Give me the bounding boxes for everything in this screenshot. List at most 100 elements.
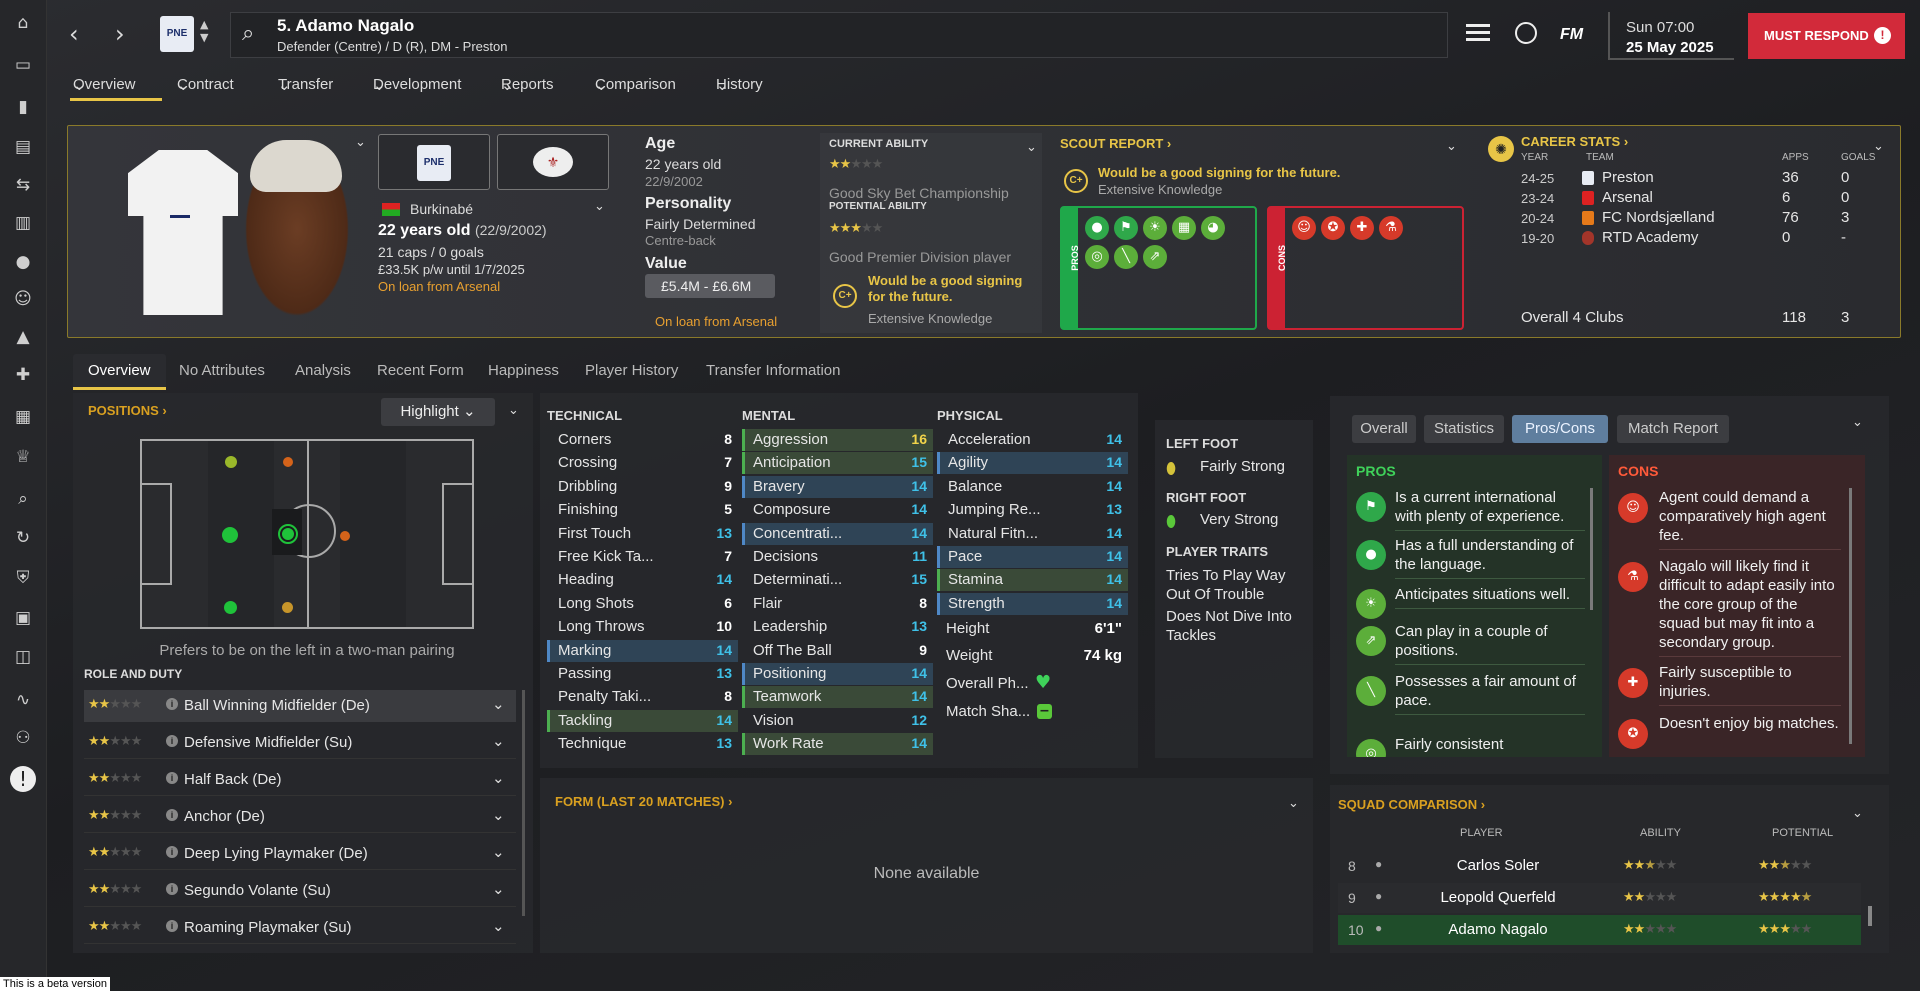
attribute-row[interactable]: Corners 8 — [547, 429, 738, 451]
info-icon[interactable]: i — [166, 735, 178, 747]
alert-icon[interactable]: ! — [10, 766, 36, 792]
info-icon[interactable]: i — [166, 809, 178, 821]
attribute-row[interactable]: Agility 14 — [937, 452, 1128, 475]
attribute-row[interactable]: Jumping Re... 13 — [937, 499, 1128, 521]
attribute-row[interactable]: Long Shots 6 — [547, 593, 738, 615]
menu-icon[interactable] — [1466, 24, 1490, 41]
attribute-row[interactable]: Marking 14 — [547, 639, 738, 662]
role-dropdown-chevron-icon[interactable]: ⌄ — [492, 806, 505, 824]
report-tab-pros-cons[interactable]: Pros/Cons — [1512, 415, 1608, 443]
attribute-row[interactable]: Passing 13 — [547, 663, 738, 685]
info-icon[interactable]: i — [166, 883, 178, 895]
value-pill[interactable]: £5.4M - £6.6M — [645, 274, 775, 298]
trophy-icon[interactable]: ♕ — [12, 446, 34, 468]
attribute-row[interactable]: Aggression 16 — [742, 429, 933, 451]
info-icon[interactable]: i — [166, 772, 178, 784]
back-arrow-icon[interactable]: ‹ — [69, 20, 79, 48]
attribute-row[interactable]: Tackling 14 — [547, 709, 738, 732]
attribute-row[interactable]: Concentrati... 14 — [742, 522, 933, 545]
ball-icon[interactable]: ● — [12, 251, 34, 273]
clipboard-icon[interactable]: ▤ — [12, 136, 34, 158]
position-dot[interactable] — [340, 531, 350, 541]
career-row[interactable]: 19-20 RTD Academy 0 - — [1521, 229, 1891, 249]
squad-scrollbar[interactable] — [1868, 906, 1872, 926]
search-icon[interactable]: ⌕ — [242, 21, 254, 46]
attribute-row[interactable]: Free Kick Ta... 7 — [547, 546, 738, 568]
report-tab-match-report[interactable]: Match Report — [1617, 415, 1729, 443]
attribute-row[interactable]: Pace 14 — [937, 546, 1128, 568]
info-icon[interactable]: i — [166, 698, 178, 710]
attribute-row[interactable]: Finishing 5 — [547, 499, 738, 521]
role-dropdown-chevron-icon[interactable]: ⌄ — [492, 880, 505, 898]
highlight-dropdown[interactable]: Highlight ⌄ — [381, 398, 495, 426]
fm-logo[interactable]: FM — [1560, 26, 1583, 44]
attribute-row[interactable]: Long Throws 10 — [547, 616, 738, 638]
report-dropdown-icon[interactable]: ⌄ — [1852, 414, 1863, 430]
home-icon[interactable]: ⌂ — [12, 12, 34, 34]
info-icon[interactable]: i — [166, 920, 178, 932]
attribute-row[interactable]: Natural Fitn... 14 — [937, 523, 1128, 545]
position-dot[interactable] — [222, 527, 238, 543]
attribute-row[interactable]: Stamina 14 — [937, 569, 1128, 592]
position-dot[interactable] — [224, 601, 237, 614]
role-dropdown-chevron-icon[interactable]: ⌄ — [492, 695, 505, 713]
squad-row[interactable]: 9 ● Leopold Querfeld ★★★★★ ★★★★★ — [1338, 883, 1861, 913]
scout-dropdown-icon[interactable]: ⌄ — [1446, 138, 1457, 154]
role-row[interactable]: ★★★★★ i Roaming Playmaker (Su) ⌄ — [84, 912, 516, 944]
positions-dropdown-icon[interactable]: ⌄ — [508, 402, 519, 418]
attribute-row[interactable]: Heading 14 — [547, 569, 738, 591]
position-dot-selected[interactable] — [278, 524, 298, 544]
club-switch-arrows-icon[interactable]: ▲ ▼ — [200, 18, 208, 44]
attribute-row[interactable]: Acceleration 14 — [937, 429, 1128, 451]
ability-dropdown-icon[interactable]: ⌄ — [1026, 139, 1037, 155]
search-icon[interactable]: ⌕ — [12, 488, 34, 510]
face-dropdown-chevron-icon[interactable]: ⌄ — [355, 134, 366, 150]
training-icon[interactable]: ▲ — [12, 326, 34, 348]
role-dropdown-chevron-icon[interactable]: ⌄ — [492, 732, 505, 750]
position-dot[interactable] — [283, 457, 293, 467]
squad-icon[interactable]: ▮ — [12, 96, 34, 118]
pros-scrollbar[interactable] — [1590, 488, 1593, 610]
attribute-row[interactable]: Anticipation 15 — [742, 452, 933, 475]
nationality-dropdown-icon[interactable]: ⌄ — [594, 198, 605, 214]
club-crest-icon[interactable]: PNE — [160, 16, 194, 52]
tab-transfer-information[interactable]: Transfer Information — [706, 362, 841, 379]
inbox-icon[interactable]: ▭ — [12, 54, 34, 76]
globe-icon[interactable] — [1515, 22, 1537, 44]
role-row[interactable]: ★★★★★ i Defensive Midfielder (Su) ⌄ — [84, 727, 516, 759]
transfers-icon[interactable]: ↻ — [12, 527, 34, 549]
graph-icon[interactable]: ∿ — [12, 689, 34, 711]
report-tab-statistics[interactable]: Statistics — [1424, 415, 1504, 443]
subnav-overview[interactable]: Overview ⌄ — [73, 76, 136, 94]
must-respond-button[interactable]: MUST RESPOND! — [1748, 13, 1905, 59]
roles-scrollbar[interactable] — [522, 690, 525, 916]
tab-analysis[interactable]: Analysis — [295, 362, 351, 379]
role-row[interactable]: ★★★★★ i Segundo Volante (Su) ⌄ — [84, 875, 516, 907]
attribute-row[interactable]: Balance 14 — [937, 476, 1128, 498]
career-row[interactable]: 20-24 FC Nordsjælland 76 3 — [1521, 209, 1891, 229]
career-stats-title[interactable]: CAREER STATS › — [1521, 134, 1628, 149]
attribute-row[interactable]: Penalty Taki... 8 — [547, 686, 738, 708]
subnav-reports[interactable]: Reports ⌄ — [501, 76, 554, 94]
attribute-row[interactable]: Determinati... 15 — [742, 569, 933, 591]
forward-arrow-icon[interactable]: › — [115, 20, 125, 48]
positions-title[interactable]: POSITIONS › — [88, 403, 167, 418]
cons-scrollbar[interactable] — [1849, 488, 1852, 744]
calendar-icon[interactable]: ▦ — [12, 406, 34, 428]
subnav-contract[interactable]: Contract ⌄ — [177, 76, 234, 94]
report-tab-overall[interactable]: Overall — [1352, 415, 1416, 443]
role-row[interactable]: ★★★★★ i Ball Winning Midfielder (De) ⌄ — [84, 690, 516, 722]
club-icon[interactable]: ⛨ — [12, 567, 34, 589]
career-row[interactable]: 24-25 Preston 36 0 — [1521, 169, 1891, 189]
info-icon[interactable]: i — [166, 846, 178, 858]
role-dropdown-chevron-icon[interactable]: ⌄ — [492, 769, 505, 787]
attribute-row[interactable]: Teamwork 14 — [742, 686, 933, 709]
attribute-row[interactable]: Composure 14 — [742, 499, 933, 521]
finances-icon[interactable]: ▣ — [12, 607, 34, 629]
form-title[interactable]: FORM (LAST 20 MATCHES) › — [555, 794, 732, 809]
attribute-row[interactable]: Decisions 11 — [742, 546, 933, 568]
date-box[interactable]: Sun 07:00 25 May 2025 — [1608, 12, 1734, 60]
tactics-icon[interactable]: ⇆ — [12, 174, 34, 196]
scouting-icon[interactable]: ◫ — [12, 646, 34, 668]
subnav-comparison[interactable]: Comparison ⌄ — [595, 76, 676, 94]
